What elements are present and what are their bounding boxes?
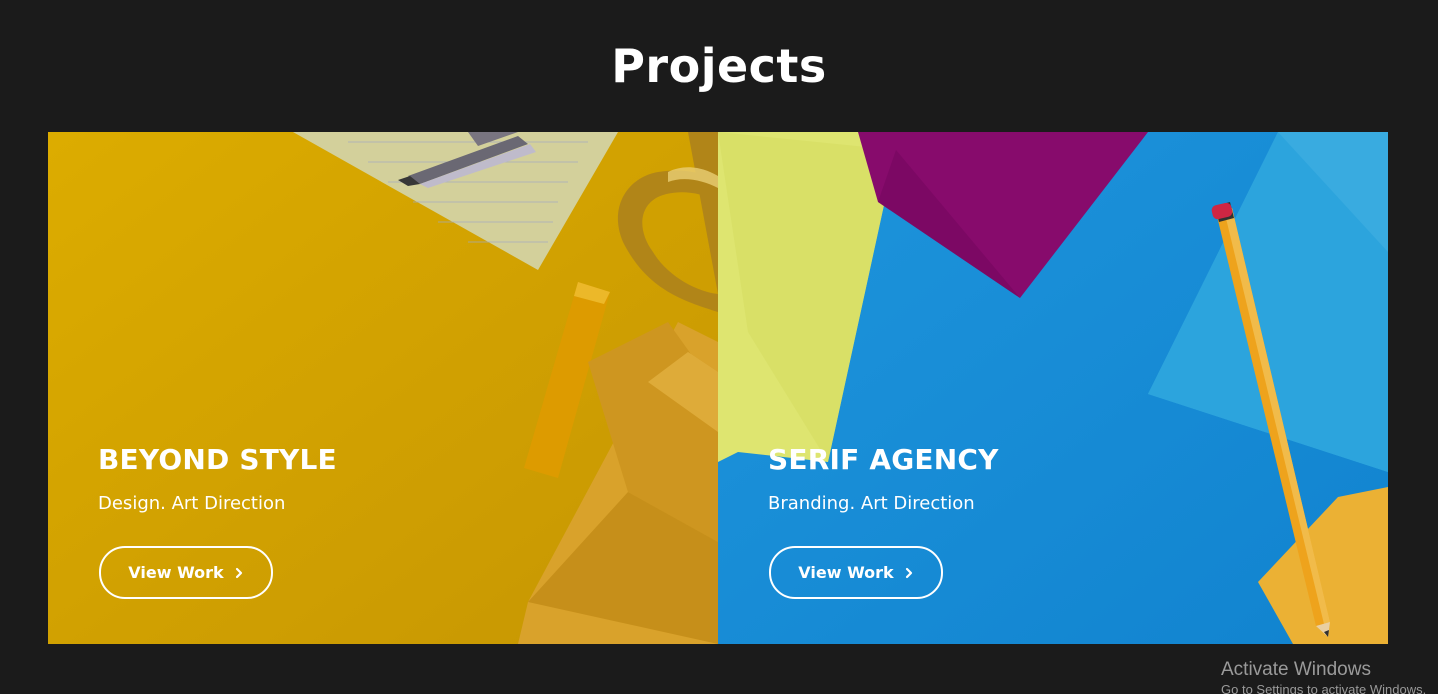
project-card-text: SERIF AGENCY Branding. Art Direction [768, 442, 999, 516]
watermark-title: Activate Windows [1221, 659, 1371, 680]
section-title: Projects [611, 39, 827, 93]
watermark-subtitle: Go to Settings to activate Windows. [1221, 682, 1427, 694]
project-subtitle: Branding. Art Direction [768, 493, 975, 514]
chevron-right-icon [904, 567, 914, 579]
project-card-serif-agency[interactable]: SERIF AGENCY Branding. Art Direction Vie… [718, 132, 1388, 644]
view-work-button[interactable]: View Work [769, 546, 943, 599]
project-card-beyond-style[interactable]: BEYOND STYLE Design. Art Direction View … [48, 132, 718, 644]
windows-activation-watermark: Activate Windows Go to Settings to activ… [1221, 658, 1438, 694]
view-work-button[interactable]: View Work [99, 546, 273, 599]
projects-grid: BEYOND STYLE Design. Art Direction View … [48, 132, 1388, 644]
chevron-right-icon [234, 567, 244, 579]
view-work-label: View Work [128, 563, 224, 582]
view-work-label: View Work [798, 563, 894, 582]
page: Projects BEYOND STYLE Design. Art Direct… [0, 0, 1438, 694]
project-title: BEYOND STYLE [98, 443, 337, 476]
project-title: SERIF AGENCY [768, 443, 999, 476]
project-card-text: BEYOND STYLE Design. Art Direction [98, 442, 337, 516]
project-subtitle: Design. Art Direction [98, 493, 286, 514]
